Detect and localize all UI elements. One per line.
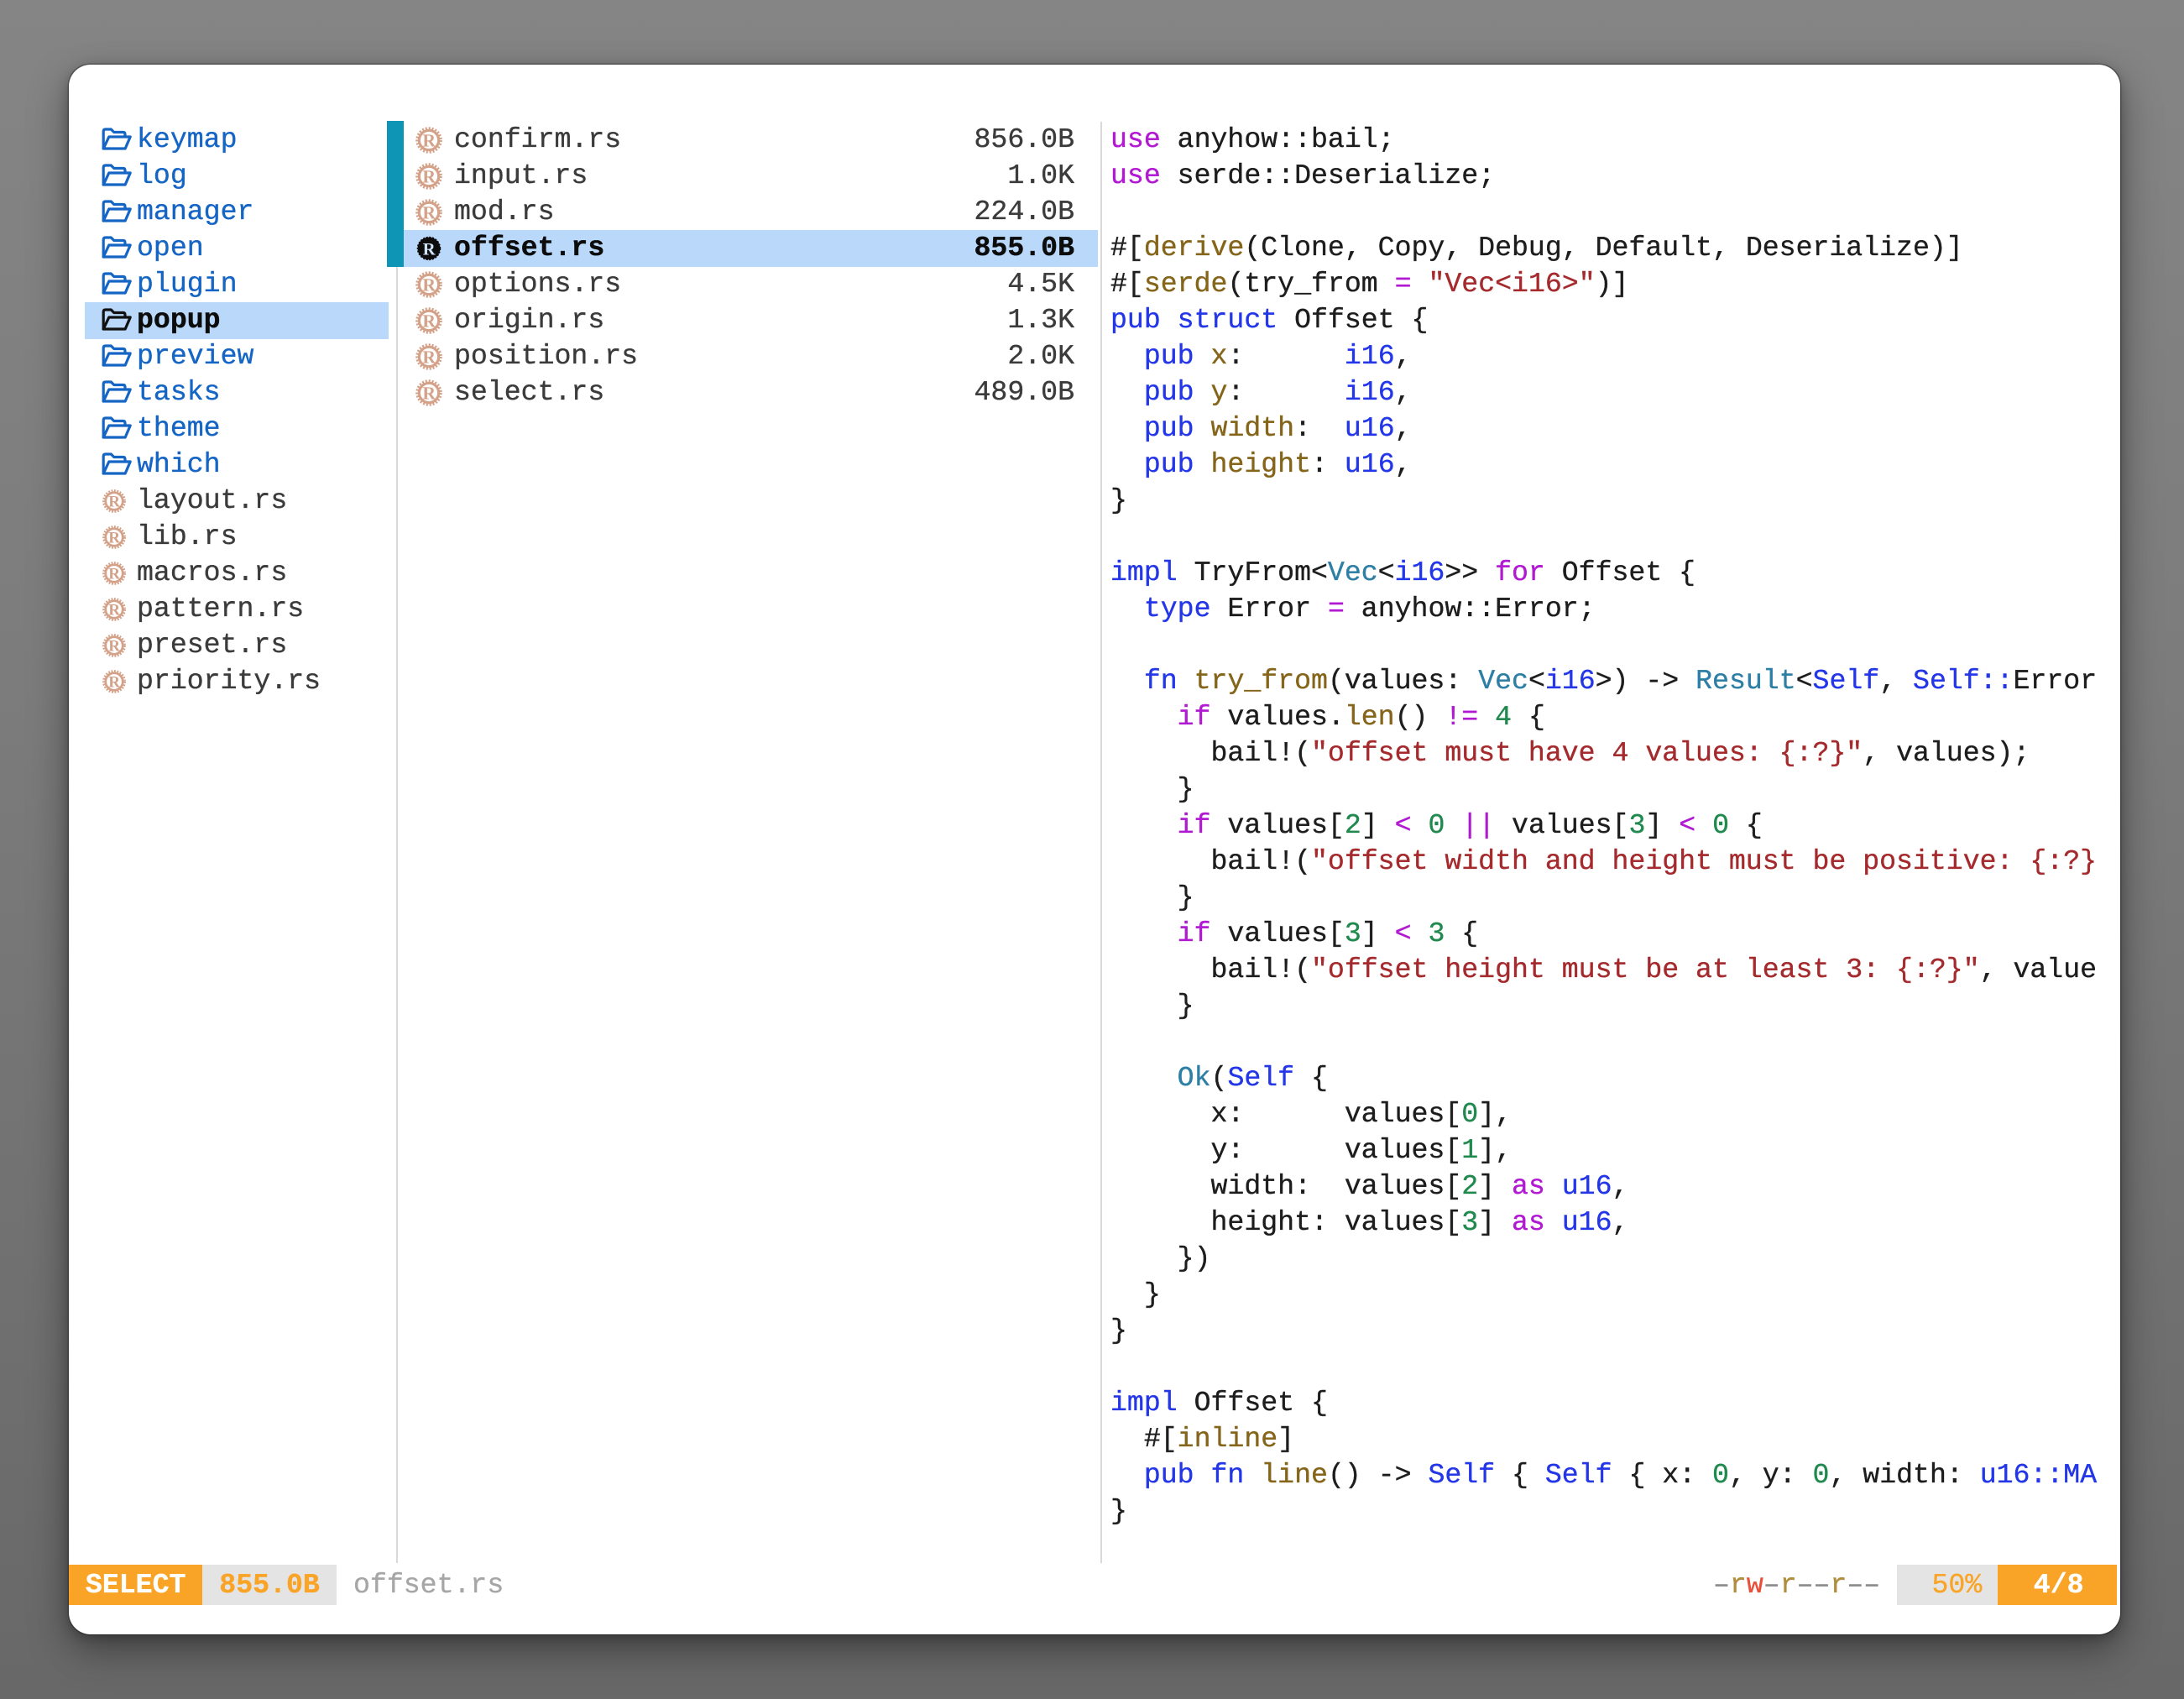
svg-text:R: R [108, 636, 121, 655]
svg-text:R: R [108, 492, 121, 510]
svg-text:R: R [108, 528, 121, 546]
svg-text:R: R [422, 347, 436, 368]
svg-text:R: R [108, 564, 121, 583]
svg-text:R: R [108, 672, 121, 691]
svg-text:R: R [108, 600, 121, 619]
svg-text:R: R [423, 240, 436, 259]
svg-text:R: R [422, 274, 436, 295]
svg-text:R: R [422, 166, 436, 187]
svg-text:R: R [422, 311, 436, 332]
svg-text:R: R [422, 383, 436, 404]
svg-text:R: R [422, 130, 436, 151]
svg-text:R: R [422, 202, 436, 223]
